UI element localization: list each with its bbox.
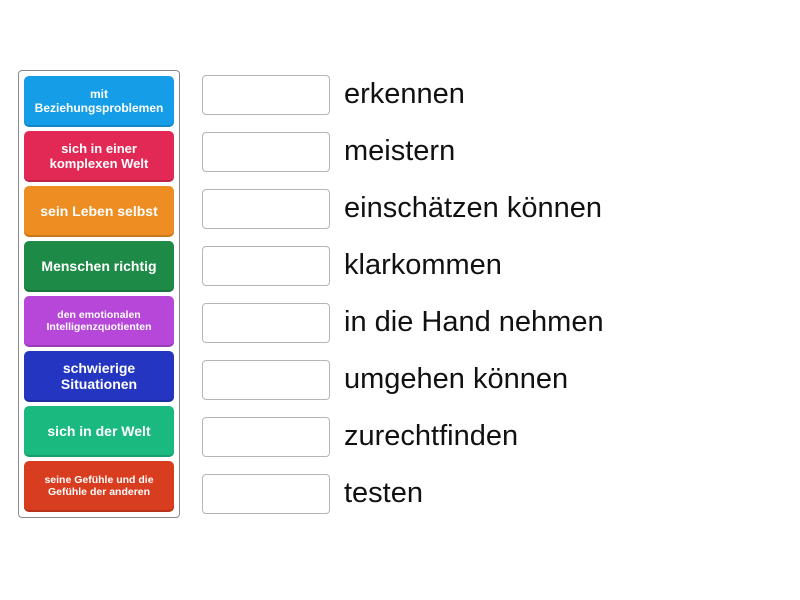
drop-slot[interactable] — [202, 417, 330, 457]
answer-text: einschätzen können — [344, 192, 602, 225]
draggable-tile[interactable]: Menschen richtig — [24, 241, 174, 292]
drop-slot[interactable] — [202, 189, 330, 229]
answer-text: meistern — [344, 135, 455, 168]
drop-slot[interactable] — [202, 474, 330, 514]
answer-text: zurechtfinden — [344, 420, 518, 453]
draggable-tile[interactable]: sein Leben selbst — [24, 186, 174, 237]
drop-slot[interactable] — [202, 303, 330, 343]
tile-label: den emotionalen Intelligenzquotienten — [30, 310, 168, 333]
tile-label: mit Beziehungsproblemen — [30, 88, 168, 114]
tile-label: sich in einer komplexen Welt — [30, 142, 168, 171]
answer-row: zurechtfinden — [202, 414, 604, 459]
tile-label: sein Leben selbst — [40, 204, 157, 219]
answer-text: umgehen können — [344, 363, 568, 396]
draggable-tile[interactable]: sich in der Welt — [24, 406, 174, 457]
answer-row: erkennen — [202, 72, 604, 117]
draggable-tile[interactable]: schwierige Situationen — [24, 351, 174, 402]
answer-row: in die Hand nehmen — [202, 300, 604, 345]
draggable-tile[interactable]: den emotionalen Intelligenzquotienten — [24, 296, 174, 347]
draggable-tile[interactable]: mit Beziehungsproblemen — [24, 76, 174, 127]
answer-area: erkennen meistern einschätzen können kla… — [202, 70, 604, 516]
answer-text: erkennen — [344, 78, 465, 111]
answer-row: einschätzen können — [202, 186, 604, 231]
drop-slot[interactable] — [202, 246, 330, 286]
answer-text: in die Hand nehmen — [344, 306, 604, 339]
drop-slot[interactable] — [202, 75, 330, 115]
tile-label: schwierige Situationen — [30, 361, 168, 392]
drop-slot[interactable] — [202, 132, 330, 172]
activity-area: mit Beziehungsproblemen sich in einer ko… — [18, 70, 604, 518]
answer-row: meistern — [202, 129, 604, 174]
tile-label: sich in der Welt — [47, 424, 150, 439]
drop-slot[interactable] — [202, 360, 330, 400]
draggable-tile[interactable]: seine Gefühle und die Gefühle der andere… — [24, 461, 174, 512]
answer-row: testen — [202, 471, 604, 516]
answer-row: umgehen können — [202, 357, 604, 402]
answer-text: klarkommen — [344, 249, 502, 282]
tile-bin: mit Beziehungsproblemen sich in einer ko… — [18, 70, 180, 518]
answer-row: klarkommen — [202, 243, 604, 288]
tile-label: seine Gefühle und die Gefühle der andere… — [30, 475, 168, 498]
answer-text: testen — [344, 477, 423, 510]
tile-label: Menschen richtig — [41, 259, 156, 274]
draggable-tile[interactable]: sich in einer komplexen Welt — [24, 131, 174, 182]
